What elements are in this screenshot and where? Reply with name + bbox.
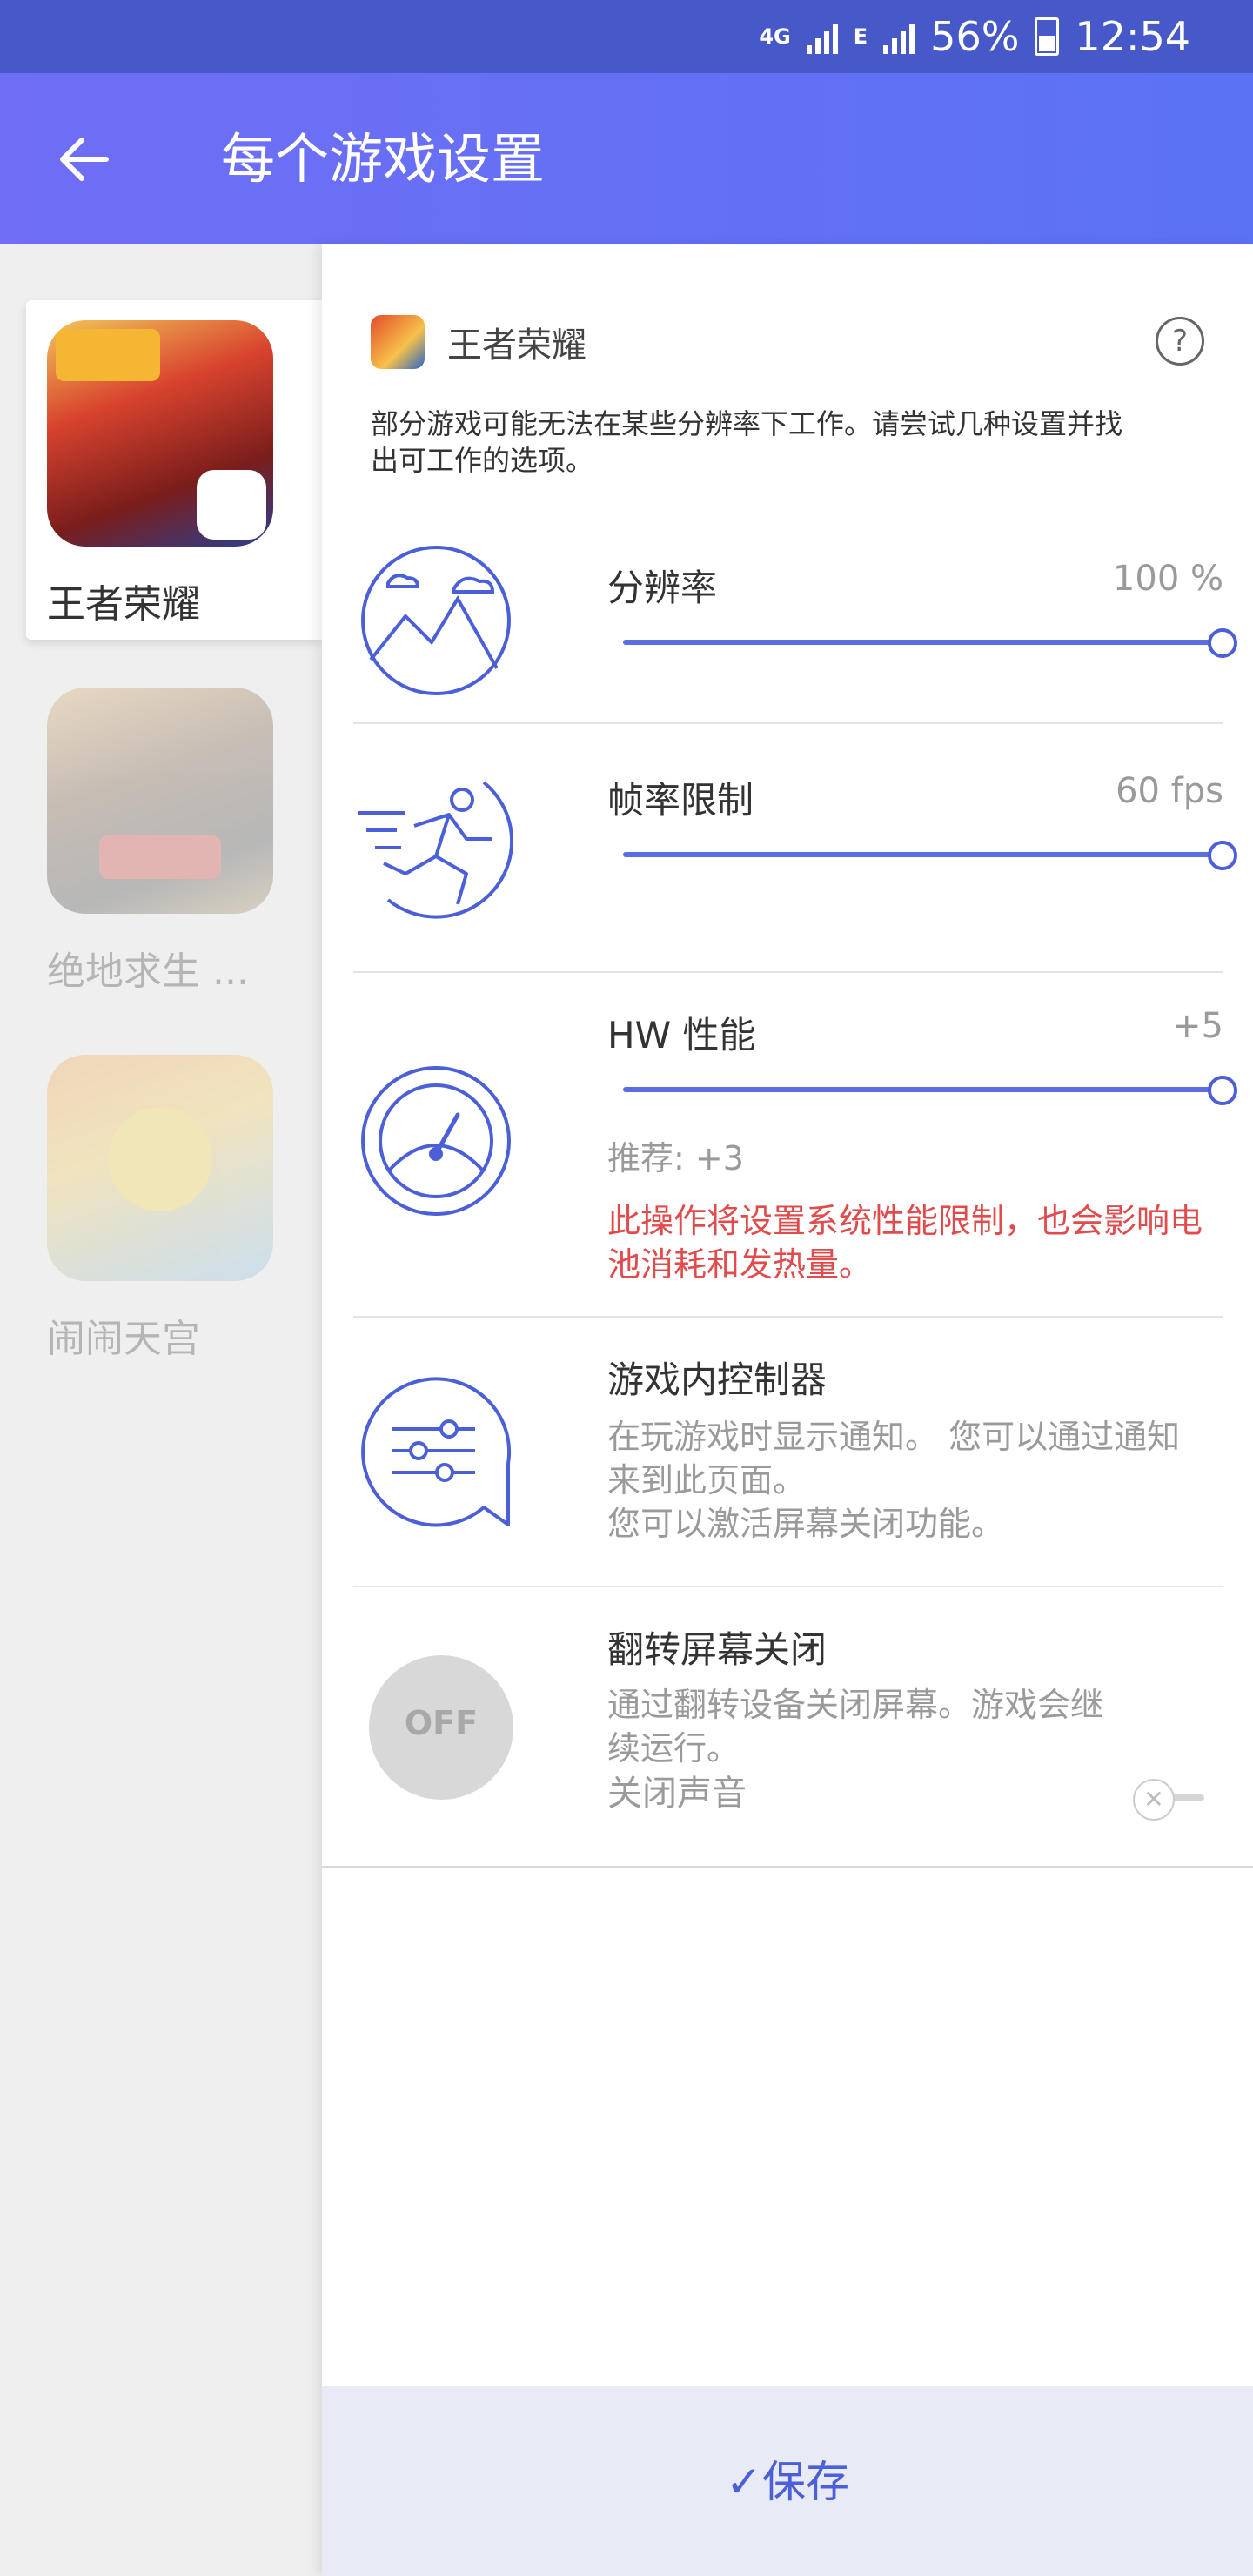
game-icon-wangzhe: [47, 320, 273, 547]
hw-warning: 此操作将设置系统性能限制，也会影响电池消耗和发热量。: [607, 1202, 1203, 1284]
app-bar: 每个游戏设置: [0, 73, 1253, 244]
divider: [322, 1866, 1253, 1868]
check-icon: ✓: [726, 2457, 762, 2507]
flip-screen-section: OFF 翻转屏幕关闭 通过翻转设备关闭屏幕。游戏会继续运行。 关闭声音 ✕: [353, 1586, 1223, 1866]
game-label: 闹闹天宫: [47, 1317, 200, 1361]
game-icon-pubg: [47, 688, 273, 914]
game-settings-panel: 王者荣耀 ? 部分游戏可能无法在某些分辨率下工作。请尝试几种设置并找出可工作的选…: [322, 244, 1253, 2576]
page-title: 每个游戏设置: [221, 127, 546, 191]
game-label: 绝地求生 ...: [47, 949, 249, 994]
back-arrow-icon[interactable]: [54, 129, 115, 190]
controller-settings-icon: [361, 1377, 512, 1527]
footer-bar: ✓保存: [322, 2386, 1253, 2576]
speedometer-icon: [361, 1066, 511, 1216]
resolution-section: 分辨率 100 %: [353, 520, 1237, 724]
controller-section[interactable]: 游戏内控制器 在玩游戏时显示通知。 您可以通过通知来到此页面。 您可以激活屏幕关…: [353, 1316, 1223, 1587]
slider-track: [623, 1087, 1223, 1092]
battery-percent: 56%: [930, 13, 1020, 60]
game-mini-icon: [371, 315, 425, 369]
resolution-value: 100 %: [1112, 559, 1223, 599]
slider-track: [623, 852, 1223, 857]
game-header: 王者荣耀: [371, 313, 586, 371]
description-text: 部分游戏可能无法在某些分辨率下工作。请尝试几种设置并找出可工作的选项。: [371, 407, 1123, 477]
game-item-wangzhe[interactable]: 王者荣耀: [47, 320, 273, 628]
help-icon[interactable]: ?: [1156, 317, 1204, 366]
slider-knob[interactable]: [1208, 628, 1237, 658]
network-indicator-2: E: [853, 24, 868, 49]
frame-rate-section: 帧率限制 60 fps: [353, 722, 1237, 973]
battery-icon: [1035, 17, 1060, 56]
off-badge: OFF: [404, 1704, 479, 1742]
mute-toggle[interactable]: ✕: [1129, 1774, 1208, 1821]
flip-off-icon: OFF: [369, 1655, 513, 1800]
slider-knob[interactable]: [1208, 1076, 1237, 1105]
resolution-slider[interactable]: [623, 625, 1237, 660]
hw-value: +5: [1172, 1006, 1223, 1046]
save-label: 保存: [761, 2457, 849, 2507]
network-type-2: E: [853, 24, 868, 49]
frame-rate-slider[interactable]: [623, 837, 1237, 872]
flip-description: 通过翻转设备关闭屏幕。游戏会继续运行。: [607, 1686, 1104, 1768]
hw-slider[interactable]: [623, 1072, 1237, 1107]
game-icon-naonao: [47, 1055, 273, 1281]
save-button[interactable]: ✓保存: [322, 2447, 1253, 2510]
resolution-label: 分辨率: [607, 567, 718, 609]
frame-rate-value: 60 fps: [1116, 771, 1223, 811]
toggle-off-icon: ✕: [1133, 1779, 1175, 1821]
clock: 12:54: [1075, 13, 1190, 60]
game-label: 王者荣耀: [47, 582, 200, 627]
hw-label: HW 性能: [607, 1014, 756, 1057]
network-type: 4G: [759, 24, 791, 49]
controller-label: 游戏内控制器: [607, 1358, 828, 1401]
hw-recommend: 推荐: +3: [607, 1139, 744, 1177]
network-indicator: 4G: [759, 24, 791, 49]
signal-icon: [806, 19, 838, 54]
slider-track: [623, 640, 1223, 645]
signal-icon-2: [883, 19, 915, 54]
game-item-naonao[interactable]: 闹闹天宫: [47, 1055, 273, 1363]
controller-note: 您可以激活屏幕关闭功能。: [607, 1505, 1005, 1543]
flip-label: 翻转屏幕关闭: [607, 1628, 828, 1671]
landscape-icon: [361, 546, 511, 695]
game-title: 王者荣耀: [447, 325, 586, 366]
hw-performance-section: HW 性能 +5 推荐: +3 此操作将设置系统性能限制，也会影响电池消耗和发热…: [353, 971, 1237, 1318]
game-item-pubg[interactable]: 绝地求生 ...: [47, 688, 273, 996]
frame-rate-label: 帧率限制: [607, 779, 754, 822]
mute-label: 关闭声音: [607, 1774, 747, 1814]
running-icon: [358, 781, 514, 919]
controller-description: 在玩游戏时显示通知。 您可以通过通知来到此页面。: [607, 1418, 1181, 1499]
slider-knob[interactable]: [1208, 841, 1237, 870]
status-bar: 4G E 56% 12:54: [0, 0, 1253, 73]
